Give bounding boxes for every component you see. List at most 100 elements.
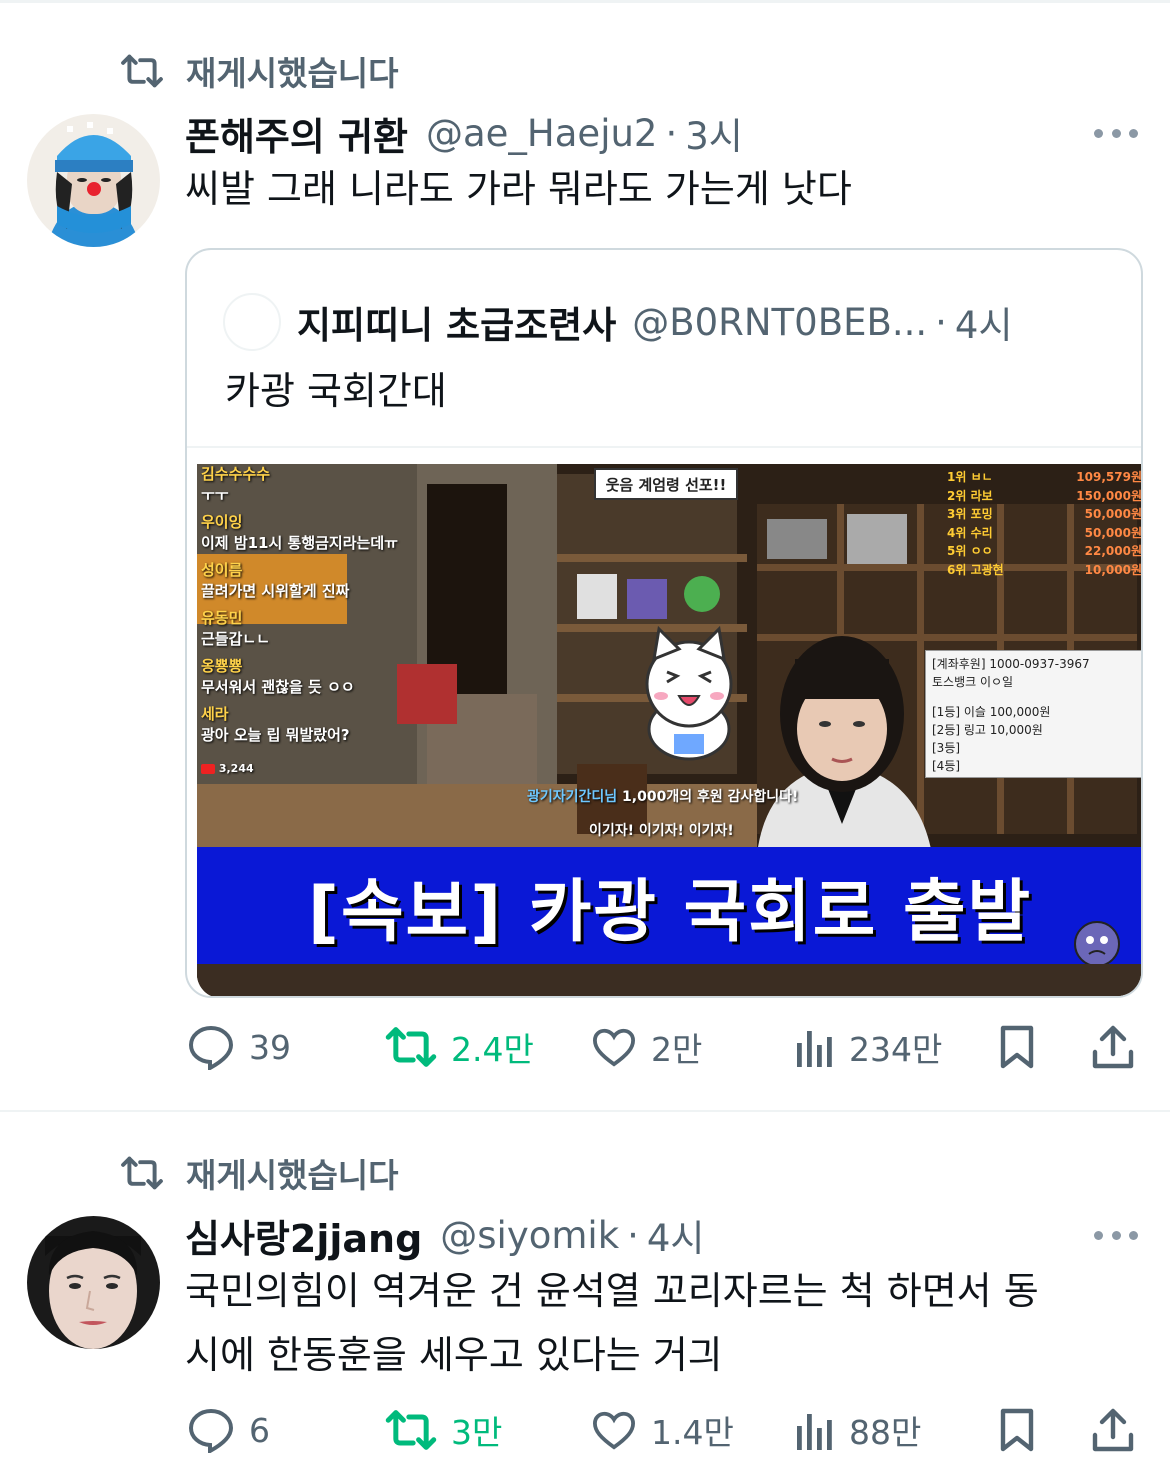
media-bottom-strip xyxy=(197,964,1141,996)
view-count: 88만 xyxy=(849,1413,922,1452)
tweet-header: 심사랑2jjang @siyomik · 4시 xyxy=(185,1208,705,1263)
bookmark-icon xyxy=(1000,1408,1034,1452)
views-button[interactable]: 88만 xyxy=(795,1405,921,1455)
like-button[interactable]: 2만 xyxy=(591,1022,702,1072)
stream-chat: 김수수수수 ㅜㅜ 우이잉 이제 밤11시 통행금지라는데ㅠ 성이름 끌려가면 시… xyxy=(201,464,421,779)
tweet-header: 폰해주의 귀환 @ae_Haeju2 · 3시 xyxy=(185,106,743,161)
reply-button[interactable]: 6 xyxy=(187,1405,270,1455)
timestamp[interactable]: 4시 xyxy=(647,1208,705,1262)
tweet-text-line: 시에 한동훈을 세우고 있다는 거긔 xyxy=(185,1333,723,1377)
quoted-media-image[interactable]: 김수수수수 ㅜㅜ 우이잉 이제 밤11시 통행금지라는데ㅠ 성이름 끌려가면 시… xyxy=(197,464,1142,996)
retweet-indicator: 재게시했습니다 xyxy=(120,1153,399,1195)
avatar[interactable] xyxy=(27,114,160,247)
quoted-display-name: 지피띠니 초급조련사 xyxy=(297,304,617,347)
user-handle[interactable]: @siyomik xyxy=(440,1214,619,1257)
retweet-icon xyxy=(385,1027,437,1067)
ranking-row: 4위 수리 50,000원 xyxy=(947,525,1142,540)
user-handle[interactable]: @ae_Haeju2 xyxy=(426,112,657,155)
headline-banner: [속보] 카광 국회로 출발 xyxy=(197,847,1141,964)
streamer-figure xyxy=(757,636,932,854)
chat-message: 무서워서 괜찮을 듯 ㅇㅇ xyxy=(201,678,355,696)
like-count: 2만 xyxy=(651,1030,703,1069)
retweet-icon xyxy=(121,1156,163,1190)
quoted-tweet-text: 카광 국회간대 xyxy=(225,369,447,413)
avatar[interactable] xyxy=(27,1216,160,1349)
separator-dot: · xyxy=(627,1213,639,1257)
retweet-label: 재게시했습니다 xyxy=(186,1156,399,1195)
tweet-actions: 39 2.4만 2만 234만 xyxy=(185,1022,1140,1072)
reply-button[interactable]: 39 xyxy=(187,1022,291,1072)
chat-message: 광아 오늘 립 뭐발랐어? xyxy=(201,726,350,744)
cat-mascot-icon xyxy=(645,625,733,761)
quoted-user-handle: @B0RNT0BEB... xyxy=(632,300,928,344)
more-options-icon[interactable] xyxy=(1094,1229,1138,1241)
tweet-1[interactable]: 재게시했습니다 폰해주의 귀환 @ae_Haeju2 · 3시 씨발 그래 니라… xyxy=(0,0,1170,1110)
quoted-tweet-header: 지피띠니 초급조련사 @B0RNT0BEB... · 4시 xyxy=(223,293,1013,351)
sad-face-icon xyxy=(1074,921,1120,967)
quoted-tweet[interactable]: 지피띠니 초급조련사 @B0RNT0BEB... · 4시 카광 국회간대 김수… xyxy=(185,248,1143,998)
ranking-row: 3위 포밍 50,000원 xyxy=(947,507,1142,521)
ranking-row: 2위 라보 150,000원 xyxy=(947,488,1142,503)
chat-user: 우이잉 xyxy=(201,513,243,531)
donation-message: 광기자기간디님 1,000개의 후원 감사합니다! xyxy=(527,789,799,805)
chat-user: 유동민 xyxy=(201,609,243,627)
chat-user: 성이름 xyxy=(201,561,243,579)
share-icon xyxy=(1092,1408,1134,1452)
separator-dot: · xyxy=(665,111,678,155)
bookmark-button[interactable] xyxy=(997,1405,1037,1455)
display-name[interactable]: 심사랑2jjang xyxy=(185,1208,422,1263)
play-icon xyxy=(201,764,215,774)
display-name[interactable]: 폰해주의 귀환 xyxy=(185,106,408,161)
donation-ranking: 1위 ㅂㄴ 109,579원 2위 라보 150,000원 3위 포밍 50,000원… xyxy=(947,468,1142,579)
chat-message: 근들갑ㄴㄴ xyxy=(201,630,271,648)
quoted-timestamp: 4시 xyxy=(954,304,1013,347)
reply-icon xyxy=(188,1025,234,1070)
reply-count: 6 xyxy=(249,1410,270,1450)
viewer-count: 3,244 xyxy=(201,758,421,779)
stream-banner: 웃음 계엄령 선포!! xyxy=(594,468,738,500)
cheer-message: 이기자! 이기자! 이기자! xyxy=(589,823,734,839)
tweet-text: 국민의힘이 역겨운 건 윤석열 꼬리자르는 척 하면서 동 시에 한동훈을 세우… xyxy=(185,1262,1135,1384)
chat-user: 김수수수수 xyxy=(201,465,271,483)
views-icon xyxy=(797,1031,832,1067)
share-icon xyxy=(1092,1025,1134,1069)
ranking-row: 5위 ㅇㅇ 22,000원 xyxy=(947,544,1142,558)
share-button[interactable] xyxy=(1091,1405,1135,1455)
tweet-text-line: 국민의힘이 역겨운 건 윤석열 꼬리자르는 척 하면서 동 xyxy=(185,1269,1039,1313)
like-count: 1.4만 xyxy=(651,1413,734,1452)
retweet-button[interactable]: 2.4만 xyxy=(385,1022,534,1072)
quoted-divider xyxy=(187,446,1141,448)
chat-user: 세라 xyxy=(201,705,229,723)
heart-icon xyxy=(592,1028,636,1067)
headline-text: [속보] 카광 국회로 출발 xyxy=(307,873,1033,952)
retweet-icon xyxy=(385,1410,437,1450)
donation-info-box: [계좌후원] 1000-0937-3967 토스뱅크 이ㅇ일 [1등] 이슬 1… xyxy=(925,650,1141,778)
quoted-avatar xyxy=(223,293,281,351)
chat-user: 옹뿅뿅 xyxy=(201,657,243,675)
retweet-label: 재게시했습니다 xyxy=(186,54,399,93)
retweet-count: 2.4만 xyxy=(451,1030,534,1069)
like-button[interactable]: 1.4만 xyxy=(591,1405,734,1455)
tweet-2[interactable]: 재게시했습니다 심사랑2jjang @siyomik · 4시 국민의힘이 역겨… xyxy=(0,1112,1170,1481)
chat-message: ㅜㅜ xyxy=(201,486,229,504)
tweet-actions: 6 3만 1.4만 88만 xyxy=(185,1405,1140,1455)
views-button[interactable]: 234만 xyxy=(795,1022,942,1072)
ranking-row: 6위 고광현 10,000원 xyxy=(947,562,1142,577)
tweet-text: 씨발 그래 니라도 가라 뭐라도 가는게 낫다 xyxy=(185,167,852,211)
bookmark-button[interactable] xyxy=(997,1022,1037,1072)
ranking-row: 1위 ㅂㄴ 109,579원 xyxy=(947,470,1142,484)
timestamp[interactable]: 3시 xyxy=(685,106,743,160)
heart-icon xyxy=(592,1411,636,1450)
view-count: 234만 xyxy=(849,1030,943,1069)
retweet-button[interactable]: 3만 xyxy=(385,1405,502,1455)
separator-dot: · xyxy=(935,300,947,344)
share-button[interactable] xyxy=(1091,1022,1135,1072)
reply-count: 39 xyxy=(249,1027,291,1067)
retweet-icon xyxy=(121,54,163,88)
more-options-icon[interactable] xyxy=(1094,127,1138,139)
reply-icon xyxy=(188,1408,234,1453)
views-icon xyxy=(797,1414,832,1450)
retweet-count: 3만 xyxy=(451,1413,503,1452)
bookmark-icon xyxy=(1000,1025,1034,1069)
retweet-indicator: 재게시했습니다 xyxy=(120,51,399,93)
